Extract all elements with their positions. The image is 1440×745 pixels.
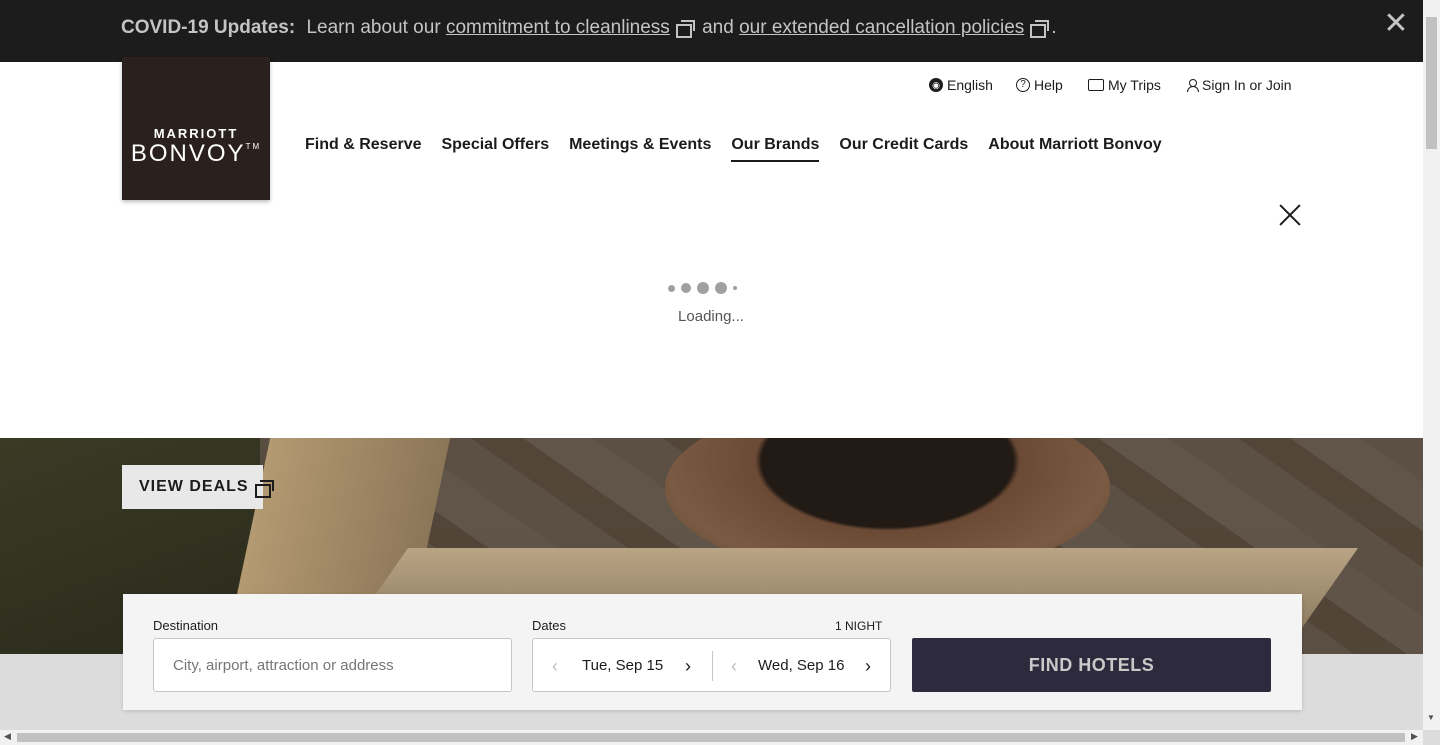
view-deals-button[interactable]: VIEW DEALS [122,465,276,509]
nav-our-brands[interactable]: Our Brands [731,136,820,162]
nav-special-offers[interactable]: Special Offers [441,136,549,162]
main-nav: Find & Reserve Special Offers Meetings &… [305,136,1162,162]
chevron-left-icon[interactable]: ‹ [547,656,563,676]
cancellation-policies-link[interactable]: our extended cancellation policies [739,17,1024,38]
scrollbar-thumb[interactable] [17,733,1405,742]
language-label: English [947,77,993,93]
covid-text-before: Learn about our [306,17,441,38]
close-icon[interactable] [1279,204,1301,226]
destination-label: Destination [153,618,219,633]
marriott-bonvoy-logo[interactable]: MARRIOTT BONVOYTM [122,57,270,200]
my-trips-link[interactable]: My Trips [1088,77,1161,93]
vertical-scrollbar[interactable]: ▼ [1423,0,1440,730]
nav-find-reserve[interactable]: Find & Reserve [305,136,421,162]
help-label: Help [1034,77,1063,93]
external-link-icon [254,479,276,498]
hotel-search-form: Destination Dates 1 NIGHT ‹ Tue, Sep 15 … [123,594,1302,710]
nav-about-bonvoy[interactable]: About Marriott Bonvoy [988,136,1161,162]
horizontal-scrollbar[interactable]: ◀ ▶ [0,730,1440,745]
chevron-right-icon[interactable]: › [680,656,696,676]
cleanliness-link[interactable]: commitment to cleanliness [446,17,670,38]
chevron-left-icon[interactable]: ‹ [726,656,742,676]
help-link[interactable]: ? Help [1016,77,1063,93]
sign-in-link[interactable]: Sign In or Join [1186,77,1292,93]
close-icon[interactable]: ✕ [1383,9,1409,39]
check-out-date[interactable]: Wed, Sep 16 [758,657,844,674]
scrollbar-thumb[interactable] [1426,17,1437,149]
logo-bonvoy-text: BONVOYTM [130,140,262,167]
loading-spinner [668,282,737,294]
sign-in-label: Sign In or Join [1202,77,1292,93]
covid-text-end: . [1051,17,1057,38]
logo-marriott-text: MARRIOTT [153,126,239,141]
globe-icon: ◉ [929,78,943,92]
destination-input[interactable] [153,638,512,692]
loading-dot [697,282,709,294]
covid-text-mid: and [702,17,734,38]
my-trips-label: My Trips [1108,77,1161,93]
check-in-date[interactable]: Tue, Sep 15 [582,657,663,674]
nav-credit-cards[interactable]: Our Credit Cards [839,136,968,162]
view-deals-label: VIEW DEALS [139,478,249,495]
scroll-left-icon[interactable]: ◀ [4,731,11,742]
covid-title: COVID-19 Updates: [121,17,296,38]
scroll-down-icon[interactable]: ▼ [1427,713,1435,722]
chevron-right-icon[interactable]: › [860,656,876,676]
loading-dot [681,283,691,293]
external-link-icon [675,20,695,38]
find-hotels-button[interactable]: FIND HOTELS [912,638,1271,692]
covid-message: COVID-19 Updates: Learn about our commit… [121,17,1057,39]
external-link-icon [1030,20,1050,38]
loading-dot [715,282,727,294]
covid-banner: COVID-19 Updates: Learn about our commit… [0,0,1423,62]
nav-meetings-events[interactable]: Meetings & Events [569,136,711,162]
loading-dot [668,284,675,292]
user-icon [1186,78,1199,92]
dates-label: Dates [532,618,566,633]
help-icon: ? [1016,78,1030,92]
loading-text: Loading... [678,308,744,325]
loading-dot [733,286,737,290]
scroll-right-icon[interactable]: ▶ [1411,731,1418,742]
nights-count: 1 NIGHT [835,619,883,633]
language-selector[interactable]: ◉ English [929,77,993,93]
date-range-picker[interactable]: ‹ Tue, Sep 15 › ‹ Wed, Sep 16 › [532,638,891,692]
suitcase-icon [1088,79,1104,91]
